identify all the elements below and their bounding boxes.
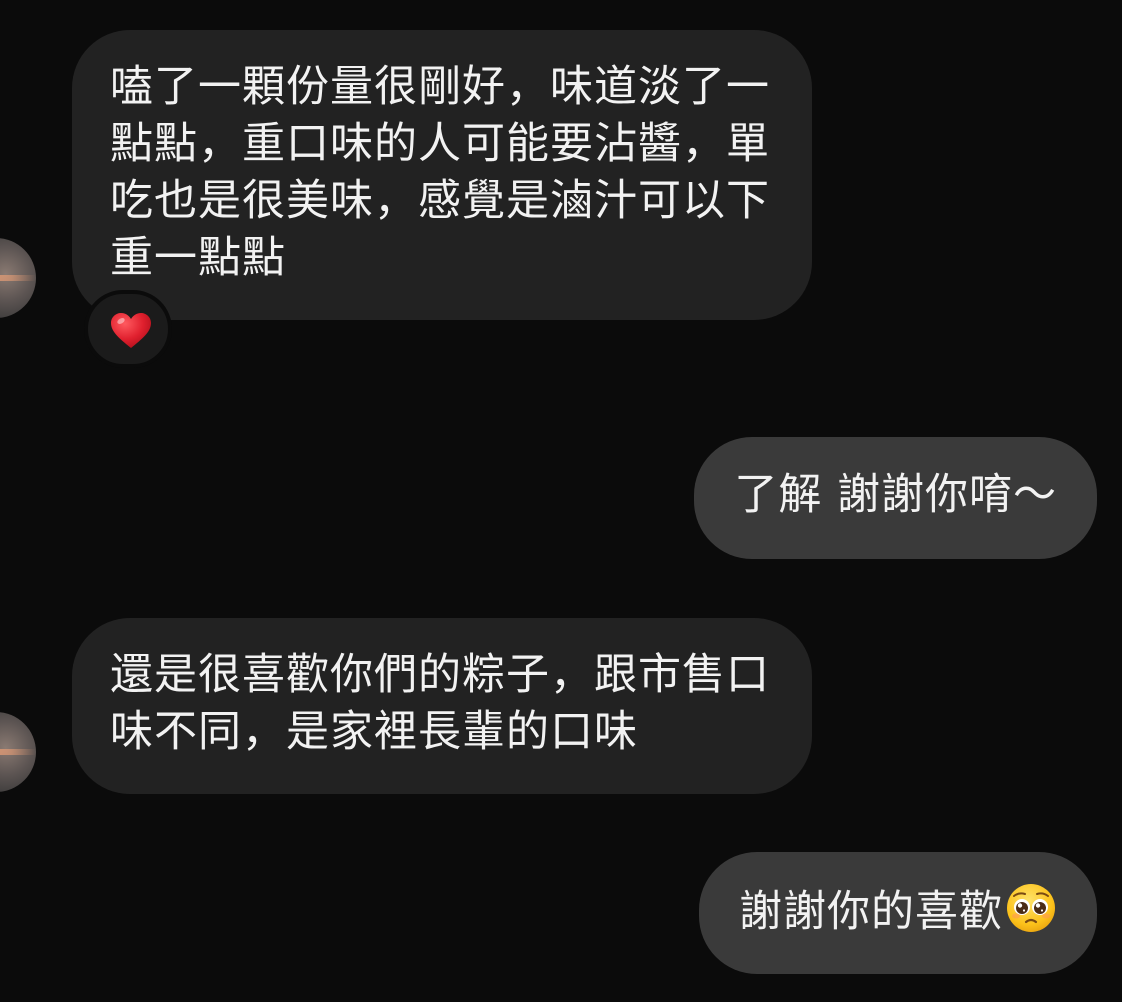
incoming-message-bubble[interactable]: 嗑了一顆份量很剛好，味道淡了一點點，重口味的人可能要沾醬，單吃也是很美味，感覺是… — [72, 30, 812, 320]
sender-avatar[interactable] — [0, 712, 36, 792]
message-text: 了解 謝謝你唷～ — [734, 470, 1057, 520]
red-heart-icon — [111, 313, 151, 348]
message-text: 嗑了一顆份量很剛好，味道淡了一點點，重口味的人可能要沾醬，單吃也是很美味，感覺是… — [110, 62, 770, 283]
outgoing-message-bubble[interactable]: 了解 謝謝你唷～ — [694, 437, 1097, 559]
message-text: 謝謝你的喜歡 — [739, 887, 1003, 937]
incoming-message-bubble[interactable]: 還是很喜歡你們的粽子，跟市售口味不同，是家裡長輩的口味 — [72, 618, 812, 794]
outgoing-message-bubble[interactable]: 謝謝你的喜歡 — [699, 852, 1097, 974]
sender-avatar[interactable] — [0, 238, 36, 318]
message-text: 還是很喜歡你們的粽子，跟市售口味不同，是家裡長輩的口味 — [110, 650, 770, 757]
pleading-face-icon — [1007, 884, 1055, 932]
message-reaction[interactable] — [84, 290, 172, 368]
